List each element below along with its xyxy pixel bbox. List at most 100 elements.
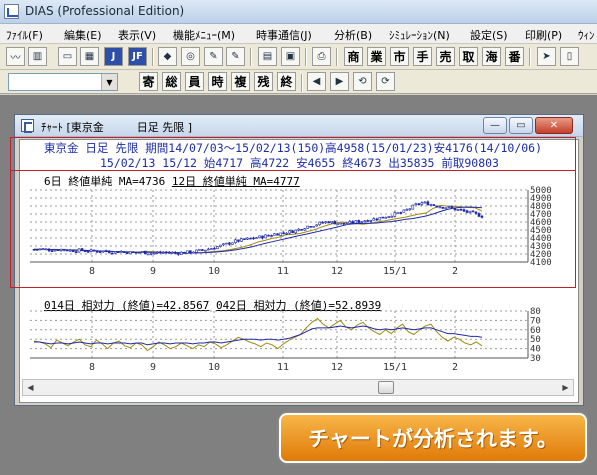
candle-body [65, 249, 69, 252]
candle-body [285, 233, 288, 235]
candle-body [375, 218, 379, 221]
candle-body [80, 248, 84, 251]
scroll-thumb[interactable] [378, 381, 394, 394]
candle-body [456, 209, 460, 211]
candle-body [393, 212, 397, 217]
candle-body [459, 208, 463, 211]
candle-body [177, 252, 180, 255]
candle-body [113, 251, 117, 254]
candle-body [32, 249, 36, 251]
rsi-x-tick-label: 9 [150, 362, 156, 373]
candle-body [273, 233, 276, 236]
candle-body [255, 237, 258, 240]
candle-body [330, 221, 333, 224]
candle-body [195, 249, 198, 253]
candle-body [50, 250, 54, 253]
candle-body [116, 251, 120, 254]
candle-body [270, 235, 273, 237]
candle-body [429, 204, 433, 206]
rsi-x-tick-label: 8 [89, 362, 95, 373]
candle-body [101, 250, 105, 253]
candle-body [231, 242, 234, 245]
candle-body [354, 220, 358, 224]
candle-body [441, 206, 445, 209]
candle-body [318, 221, 321, 226]
candle-body [345, 223, 348, 225]
rsi-series-1-line [34, 325, 483, 346]
scroll-left-icon[interactable]: ◀ [23, 380, 38, 395]
candle-body [282, 232, 285, 235]
candle-body [336, 223, 339, 225]
candle-body [321, 222, 324, 224]
candle-body [128, 251, 132, 255]
candle-body [146, 253, 150, 256]
app-window: DIAS (Professional Edition) ﾌｧｲﾙ(F) 編集(E… [0, 0, 597, 475]
candle-body [408, 208, 412, 211]
candle-body [213, 247, 216, 250]
candle-body [381, 216, 385, 219]
candle-body [267, 234, 270, 237]
rsi-x-tick-label: 12 [331, 362, 343, 373]
candle-body [468, 210, 472, 214]
candle-body [164, 251, 168, 254]
candle-body [360, 221, 364, 223]
candle-body [152, 252, 156, 255]
candle-body [423, 201, 427, 204]
candle-body [348, 221, 352, 224]
rsi-y-tick-label: 50 [530, 335, 541, 345]
candle-body [414, 203, 418, 206]
candle-body [327, 221, 330, 224]
candle-body [83, 250, 87, 253]
horizontal-scrollbar[interactable]: ◀ ▶ [22, 379, 574, 396]
candle-body [324, 221, 327, 224]
candle-body [447, 206, 451, 208]
candle-body [38, 248, 42, 251]
candle-body [438, 206, 442, 209]
candle-body [411, 204, 415, 210]
candle-body [174, 252, 177, 254]
candle-body [444, 207, 448, 210]
candle-body [74, 251, 78, 254]
candle-body [432, 204, 436, 206]
price-x-tick-label: 9 [150, 266, 156, 277]
candle-body [204, 249, 207, 252]
candle-body [480, 215, 484, 218]
candle-body [465, 210, 469, 213]
price-x-tick-label: 11 [277, 266, 289, 277]
rsi-x-tick-label: 10 [208, 362, 220, 373]
candle-body [378, 217, 382, 221]
scroll-right-icon[interactable]: ▶ [558, 380, 573, 395]
candle-body [44, 248, 48, 251]
price-x-tick-label: 2 [452, 266, 458, 277]
candle-body [333, 221, 336, 225]
candle-body [474, 211, 478, 214]
candle-body [471, 210, 475, 213]
candle-body [351, 221, 355, 224]
candle-body [56, 249, 60, 251]
candle-body [246, 237, 249, 240]
candle-body [417, 203, 421, 206]
candle-body [68, 249, 72, 252]
candle-body [279, 232, 282, 236]
rsi-x-tick-label: 2 [452, 362, 458, 373]
candle-body [234, 239, 237, 244]
candle-body [312, 225, 315, 228]
candle-body [198, 249, 201, 251]
candle-body [450, 206, 454, 209]
candle-body [47, 248, 51, 252]
rsi-y-tick-label: 80 [530, 307, 541, 317]
candle-body [309, 226, 312, 228]
candle-body [183, 251, 186, 254]
candle-body [216, 246, 219, 250]
candle-body [402, 209, 406, 213]
candle-body [384, 217, 388, 219]
candle-body [237, 239, 240, 242]
candle-body [134, 251, 138, 254]
candle-body [342, 222, 345, 225]
rsi-y-tick-label: 40 [530, 345, 541, 355]
candle-body [303, 228, 306, 231]
candle-body [110, 252, 114, 255]
candle-body [171, 252, 174, 254]
price-x-tick-label: 12 [331, 266, 343, 277]
candle-body [258, 235, 261, 239]
